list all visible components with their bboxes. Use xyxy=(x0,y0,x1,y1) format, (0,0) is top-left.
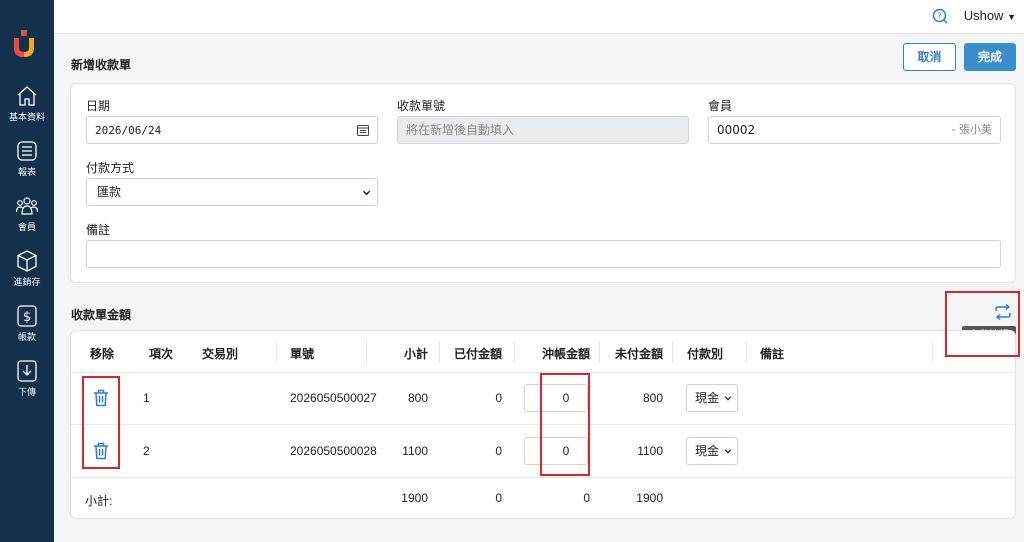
cell-subtotal: 1100 xyxy=(402,444,428,458)
column-header-subtotal: 小計 xyxy=(404,347,429,361)
note-label: 備註 xyxy=(86,223,111,237)
column-divider xyxy=(932,341,933,363)
cell-unpaid: 800 xyxy=(642,391,663,405)
user-name: Ushow xyxy=(963,8,1004,23)
column-header-index: 項次 xyxy=(149,347,174,361)
total-offset: 0 xyxy=(583,491,590,505)
sidebar-item-label: 進銷存 xyxy=(13,278,41,288)
cell-paid: 0 xyxy=(495,391,502,405)
date-field[interactable]: 2026/06/24 xyxy=(86,116,378,144)
pay-type-select[interactable]: 現金 xyxy=(686,437,738,465)
top-bar: ? Ushow ▼ xyxy=(54,0,1024,34)
members-icon xyxy=(15,197,39,215)
column-divider xyxy=(276,341,277,363)
column-header-unpaid: 未付金額 xyxy=(615,347,664,361)
sidebar-item-download[interactable]: 下傳 xyxy=(0,359,54,398)
sidebar-item-accounts[interactable]: $ 帳款 xyxy=(0,304,54,343)
date-value: 2026/06/24 xyxy=(95,124,162,137)
total-paid: 0 xyxy=(495,491,502,505)
sidebar-item-label: 會員 xyxy=(17,223,36,233)
done-button[interactable]: 完成 xyxy=(964,43,1016,71)
column-header-remove: 移除 xyxy=(90,347,115,361)
column-divider xyxy=(514,341,515,363)
column-header-pay-type: 付款別 xyxy=(687,347,724,361)
sidebar-item-label: 帳款 xyxy=(17,333,36,343)
row-divider xyxy=(71,477,1015,478)
inventory-box-icon xyxy=(17,250,37,272)
note-input[interactable] xyxy=(86,240,1001,268)
calendar-icon[interactable] xyxy=(357,124,369,136)
cell-unpaid: 1100 xyxy=(637,444,663,458)
payment-method-select[interactable]: 匯款 xyxy=(86,178,378,206)
payment-method-label: 付款方式 xyxy=(86,161,135,175)
cell-index: 2 xyxy=(143,444,150,458)
home-icon xyxy=(17,86,37,106)
totals-label: 小計: xyxy=(85,494,113,508)
member-name: - 張小美 xyxy=(951,123,992,136)
caret-down-icon: ▼ xyxy=(1007,12,1016,22)
chevron-down-icon xyxy=(362,190,371,196)
app-logo[interactable] xyxy=(12,30,36,58)
user-menu[interactable]: Ushow ▼ xyxy=(964,8,1016,23)
cancel-button[interactable]: 取消 xyxy=(903,43,956,71)
download-icon xyxy=(17,360,37,382)
column-header-order-no: 單號 xyxy=(290,347,315,361)
sidebar-item-label: 下傳 xyxy=(17,388,36,398)
receipt-no-label: 收款單號 xyxy=(397,99,446,113)
sidebar-item-label: 報表 xyxy=(17,168,36,178)
column-header-type: 交易別 xyxy=(202,347,239,361)
sidebar: 基本資料 報表 會員 進銷存 $ 帳款 下傳 xyxy=(0,0,54,542)
page-title: 新增收款單 xyxy=(71,58,132,72)
chevron-down-icon xyxy=(724,396,732,401)
cell-subtotal: 800 xyxy=(407,391,428,405)
svg-text:$: $ xyxy=(23,310,31,325)
column-divider xyxy=(366,341,367,363)
date-label: 日期 xyxy=(86,99,111,113)
pay-type-value: 現金 xyxy=(695,444,720,458)
remove-column-highlight xyxy=(82,376,120,469)
cell-order-no: 2026050500027 xyxy=(290,391,377,405)
pay-type-value: 現金 xyxy=(695,391,720,405)
svg-text:?: ? xyxy=(937,12,941,21)
cell-index: 1 xyxy=(143,391,150,405)
cell-paid: 0 xyxy=(495,444,502,458)
payment-method-value: 匯款 xyxy=(97,185,122,199)
sidebar-item-label: 基本資料 xyxy=(8,113,45,123)
offset-column-highlight xyxy=(540,373,590,476)
member-field[interactable]: 00002 - 張小美 xyxy=(708,116,1001,144)
column-header-paid: 已付金額 xyxy=(454,347,503,361)
pay-type-select[interactable]: 現金 xyxy=(686,384,738,412)
column-divider xyxy=(746,341,747,363)
column-divider xyxy=(599,341,600,363)
column-header-offset: 沖帳金額 xyxy=(542,347,591,361)
chevron-down-icon xyxy=(724,449,732,454)
total-subtotal: 1900 xyxy=(401,491,428,505)
dollar-icon: $ xyxy=(17,305,37,327)
receipt-no-field: 將在新增後自動填入 xyxy=(397,116,689,144)
column-divider xyxy=(672,341,673,363)
help-search-icon[interactable]: ? xyxy=(932,8,948,24)
column-header-note: 備註 xyxy=(760,347,785,361)
sidebar-item-members[interactable]: 會員 xyxy=(0,194,54,233)
auto-offset-highlight xyxy=(945,291,1020,357)
column-divider xyxy=(439,341,440,363)
sidebar-item-reports[interactable]: 報表 xyxy=(0,139,54,178)
sidebar-item-inventory[interactable]: 進銷存 xyxy=(0,249,54,288)
sidebar-item-basic-data[interactable]: 基本資料 xyxy=(0,84,54,123)
member-code: 00002 xyxy=(717,123,756,137)
report-icon xyxy=(17,141,37,161)
total-unpaid: 1900 xyxy=(636,491,663,505)
member-label: 會員 xyxy=(708,99,733,113)
amount-section-title: 收款單金額 xyxy=(71,308,132,322)
cell-order-no: 2026050500028 xyxy=(290,444,377,458)
